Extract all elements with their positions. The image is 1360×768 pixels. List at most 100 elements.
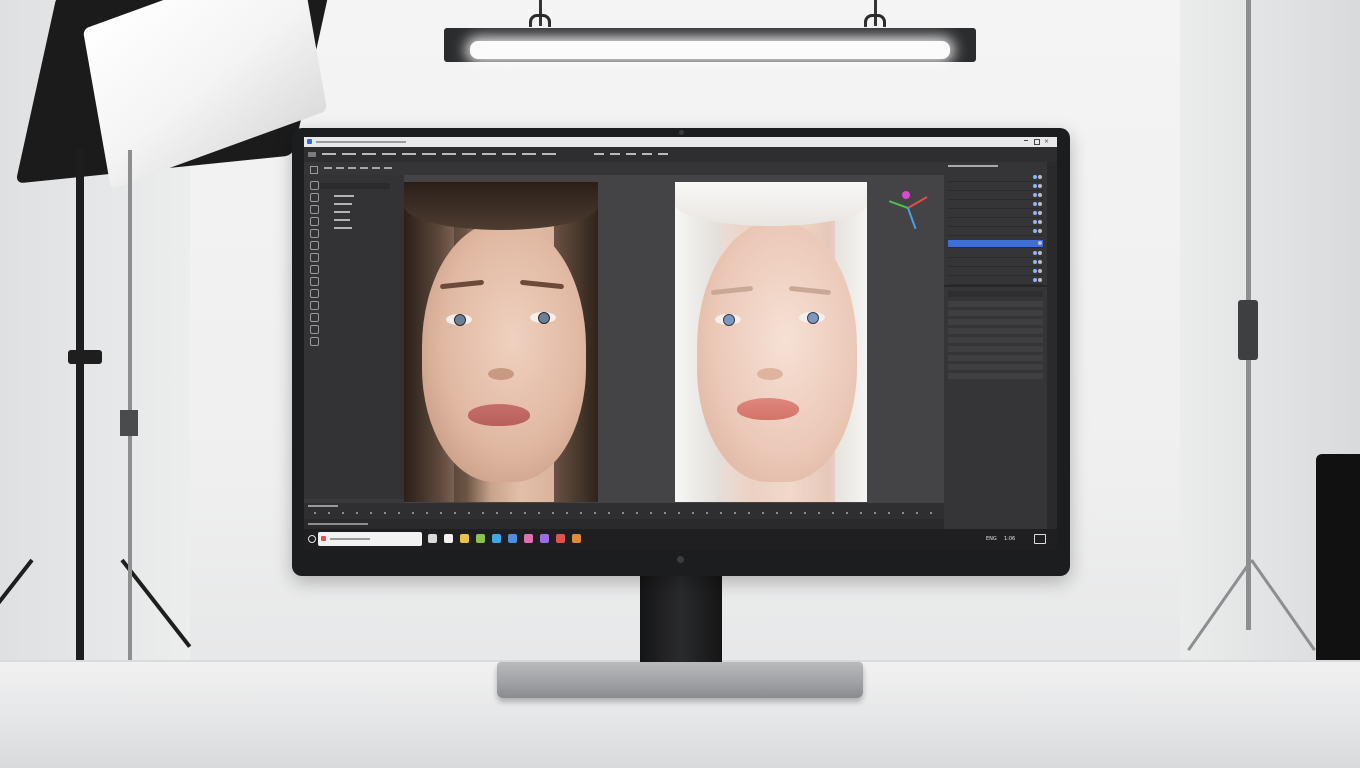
- gizmo-z-axis[interactable]: [907, 207, 917, 230]
- taskbar-app-2-icon[interactable]: [444, 534, 453, 543]
- taskbar-search-input[interactable]: [318, 532, 422, 546]
- tool-preset-icon[interactable]: [310, 166, 318, 174]
- taskbar: ENG 1:06: [304, 529, 1057, 550]
- taskbar-app-6-icon[interactable]: [508, 534, 517, 543]
- stamp-tool-icon[interactable]: [310, 265, 319, 274]
- maximize-icon[interactable]: [1034, 139, 1040, 145]
- eyedropper-tool-icon[interactable]: [310, 229, 319, 238]
- screen: × ENG 1:06: [304, 137, 1057, 550]
- crop-tool-icon[interactable]: [310, 217, 319, 226]
- monitor-stand-neck: [640, 576, 722, 670]
- taskbar-app-4-icon[interactable]: [476, 534, 485, 543]
- pen-tool-icon[interactable]: [310, 313, 319, 322]
- history-item[interactable]: [334, 227, 352, 229]
- shape-tool-icon[interactable]: [310, 337, 319, 346]
- history-item[interactable]: [334, 219, 350, 221]
- taskbar-app-9-icon[interactable]: [556, 534, 565, 543]
- timeline[interactable]: [304, 503, 944, 519]
- monitor-logo-icon: [677, 556, 684, 563]
- right-stand-leg: [1250, 559, 1316, 651]
- adjustment-row[interactable]: [948, 310, 1043, 316]
- layer-row[interactable]: [948, 250, 1043, 258]
- lips: [737, 398, 799, 420]
- gizmo-x-axis[interactable]: [907, 196, 928, 209]
- light-bar-clip: [864, 14, 886, 27]
- menu-items-secondary[interactable]: [594, 153, 674, 155]
- menu-items[interactable]: [322, 153, 562, 155]
- portrait-before[interactable]: [404, 182, 598, 502]
- transform-gizmo[interactable]: [886, 185, 936, 235]
- window-titlebar: ×: [304, 137, 1057, 147]
- reflector-panel: [1316, 454, 1360, 660]
- adjustment-row[interactable]: [948, 355, 1043, 361]
- nose: [757, 368, 783, 380]
- iris: [454, 314, 466, 326]
- right-stand-leg: [1187, 559, 1253, 651]
- close-icon[interactable]: ×: [1044, 138, 1049, 145]
- layer-row[interactable]: [948, 210, 1043, 218]
- taskbar-app-10-icon[interactable]: [572, 534, 581, 543]
- text-tool-icon[interactable]: [310, 325, 319, 334]
- history-item[interactable]: [334, 203, 352, 205]
- taskbar-app-8-icon[interactable]: [540, 534, 549, 543]
- gradient-tool-icon[interactable]: [310, 289, 319, 298]
- timeline-controls[interactable]: [308, 505, 338, 507]
- minimize-icon[interactable]: [1024, 140, 1028, 141]
- layer-row[interactable]: [948, 259, 1043, 267]
- adjustment-row[interactable]: [948, 337, 1043, 343]
- move-tool-icon[interactable]: [310, 181, 319, 190]
- gizmo-handle[interactable]: [902, 191, 910, 199]
- status-text: [308, 523, 368, 525]
- studio-background: × ENG 1:06: [0, 0, 1360, 768]
- search-icon: [321, 536, 326, 541]
- taskbar-app-7-icon[interactable]: [524, 534, 533, 543]
- tool-options[interactable]: [324, 167, 394, 169]
- tools-panel: [304, 175, 404, 499]
- start-icon[interactable]: [308, 535, 316, 543]
- healing-tool-icon[interactable]: [310, 241, 319, 250]
- dodge-tool-icon[interactable]: [310, 301, 319, 310]
- adjustment-row[interactable]: [948, 346, 1043, 352]
- light-bar-clip: [529, 14, 551, 27]
- adjustments-header[interactable]: [948, 291, 1043, 297]
- iris: [807, 312, 819, 324]
- panel-divider: [944, 285, 1047, 287]
- nose: [488, 368, 514, 380]
- notification-icon[interactable]: [1034, 534, 1046, 544]
- layer-row[interactable]: [948, 228, 1043, 236]
- layer-row[interactable]: [948, 192, 1043, 200]
- options-bar: [304, 162, 944, 176]
- led-light-tube: [470, 41, 950, 59]
- adjustment-row[interactable]: [948, 301, 1043, 307]
- hair-top: [404, 182, 598, 230]
- rear-stand-pole: [128, 150, 132, 660]
- gizmo-y-axis[interactable]: [888, 200, 909, 209]
- panel-tabs[interactable]: [948, 165, 998, 167]
- brush-tool-icon[interactable]: [310, 253, 319, 262]
- language-indicator[interactable]: ENG: [986, 536, 997, 542]
- portrait-after[interactable]: [675, 182, 867, 502]
- adjustment-row[interactable]: [948, 373, 1043, 379]
- layer-row[interactable]: [948, 268, 1043, 276]
- taskbar-app-1-icon[interactable]: [428, 534, 437, 543]
- taskbar-app-3-icon[interactable]: [460, 534, 469, 543]
- layer-row[interactable]: [948, 201, 1043, 209]
- layer-row[interactable]: [948, 183, 1043, 191]
- window-title-text: [316, 141, 406, 143]
- home-icon[interactable]: [308, 152, 316, 157]
- layer-row[interactable]: [948, 174, 1043, 182]
- taskbar-app-5-icon[interactable]: [492, 534, 501, 543]
- marquee-tool-icon[interactable]: [310, 193, 319, 202]
- adjustment-row[interactable]: [948, 328, 1043, 334]
- clock[interactable]: 1:06: [1004, 536, 1015, 542]
- eraser-tool-icon[interactable]: [310, 277, 319, 286]
- lips: [468, 404, 530, 426]
- adjustment-row[interactable]: [948, 364, 1043, 370]
- adjustment-row[interactable]: [948, 319, 1043, 325]
- history-item[interactable]: [334, 211, 350, 213]
- layer-row-selected[interactable]: [948, 240, 1043, 248]
- layer-row[interactable]: [948, 219, 1043, 227]
- layer-row[interactable]: [948, 277, 1043, 285]
- lasso-tool-icon[interactable]: [310, 205, 319, 214]
- history-item[interactable]: [334, 195, 354, 197]
